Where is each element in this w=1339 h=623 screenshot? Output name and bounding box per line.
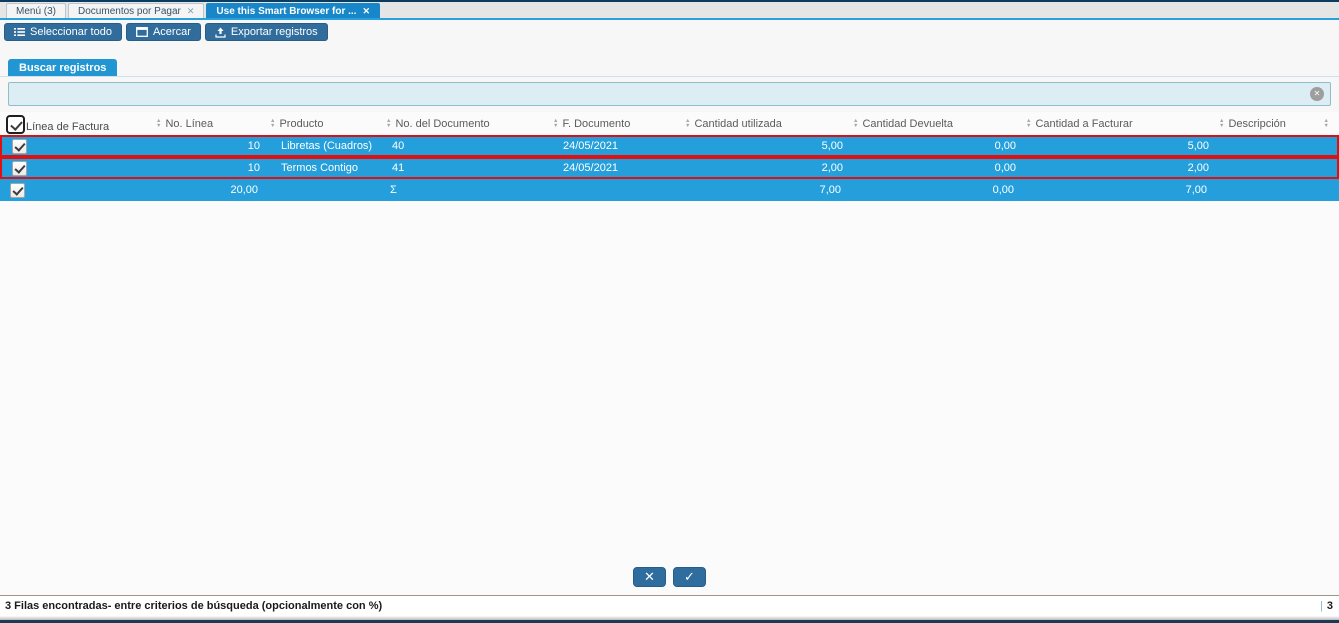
search-area: Buscar registros ✕ — [0, 58, 1339, 112]
zoom-label: Acercar — [152, 26, 191, 38]
search-input[interactable] — [8, 82, 1331, 106]
column-label: Línea de Factura — [26, 121, 110, 133]
cell-descripcion — [1215, 179, 1339, 201]
status-bar: 3 Filas encontradas- entre criterios de … — [0, 595, 1339, 616]
cell-f-documento: 24/05/2021 — [563, 140, 619, 152]
row-checkbox-cell — [0, 179, 152, 201]
tab-menu-label: Menú (3) — [16, 5, 57, 17]
cell-cantidad-a-facturar: 7,00 — [1185, 184, 1207, 196]
cell-cantidad-devuelta: 0,00 — [994, 140, 1016, 152]
table-row[interactable]: 10 Libretas (Cuadros) 40 24/05/2021 5,00… — [0, 135, 1339, 157]
cell-cantidad-utilizada: 7,00 — [819, 184, 841, 196]
row-checkbox[interactable] — [10, 182, 25, 198]
column-header-no-linea[interactable]: ▲ ▼ No. Línea — [152, 112, 266, 135]
column-header-cantidad-a-facturar[interactable]: ▲ ▼ Cantidad a Facturar — [1022, 112, 1215, 135]
cell-cantidad-utilizada: 5,00 — [821, 140, 843, 152]
row-checkbox-cell — [2, 159, 154, 177]
export-button[interactable]: Exportar registros — [204, 23, 328, 41]
column-label: Descripción — [1228, 117, 1286, 130]
search-panel: ✕ — [0, 76, 1339, 112]
table-row[interactable]: 20,00 Σ 7,00 0,00 7,00 — [0, 179, 1339, 201]
sort-icon: ▲ ▼ — [1026, 117, 1032, 129]
cell-producto: Libretas (Cuadros) — [281, 140, 373, 152]
sort-icon: ▲ ▼ — [156, 117, 162, 129]
tab-close-icon[interactable]: ✕ — [187, 6, 195, 16]
tab-documentos-label: Documentos por Pagar — [78, 5, 181, 17]
tab-buscar-registros[interactable]: Buscar registros — [8, 59, 118, 76]
cell-no-linea: 20,00 — [230, 184, 258, 196]
window-bottom-edge — [0, 616, 1339, 623]
cell-f-documento — [549, 179, 681, 201]
row-checkbox[interactable] — [12, 160, 27, 176]
select-all-checkbox[interactable] — [6, 115, 25, 134]
toolbar: Seleccionar todo Acercar Exportar regist… — [0, 20, 1339, 44]
cell-producto — [266, 179, 382, 201]
cell-cantidad-a-facturar: 2,00 — [1187, 162, 1209, 174]
tab-close-icon[interactable]: ✕ — [362, 6, 370, 16]
table-body: 10 Libretas (Cuadros) 40 24/05/2021 5,00… — [0, 135, 1339, 201]
column-label: Producto — [279, 117, 324, 130]
cell-no-linea: 10 — [247, 162, 260, 174]
cancel-button[interactable]: ✕ — [633, 567, 666, 587]
window-zoom-icon — [136, 27, 148, 37]
select-all-button[interactable]: Seleccionar todo — [4, 23, 122, 41]
cell-cantidad-utilizada: 2,00 — [821, 162, 843, 174]
cell-cantidad-devuelta: 0,00 — [992, 184, 1014, 196]
column-label: F. Documento — [562, 117, 631, 130]
column-header-f-documento[interactable]: ▲ ▼ F. Documento — [549, 112, 681, 135]
record-count: 3 — [1326, 600, 1333, 612]
zoom-button[interactable]: Acercar — [125, 23, 201, 41]
export-label: Exportar registros — [230, 26, 318, 38]
empty-content-area — [0, 201, 1339, 563]
cell-descripcion — [1217, 159, 1337, 177]
cell-no-del-documento: Σ — [390, 184, 397, 196]
tab-documentos-por-pagar[interactable]: Documentos por Pagar ✕ — [68, 3, 205, 18]
column-label: Cantidad utilizada — [694, 117, 782, 130]
sort-icon: ▲ ▼ — [685, 117, 691, 129]
column-label: No. del Documento — [395, 117, 490, 130]
tab-smart-browser[interactable]: Use this Smart Browser for ... ✕ — [206, 3, 380, 18]
tab-smart-browser-label: Use this Smart Browser for ... — [216, 5, 357, 17]
column-header-cantidad-devuelta[interactable]: ▲ ▼ Cantidad Devuelta — [849, 112, 1022, 135]
select-all-label: Seleccionar todo — [30, 26, 112, 38]
cell-f-documento: 24/05/2021 — [563, 162, 619, 174]
sort-icon: ▲ ▼ — [1323, 117, 1329, 129]
tab-menu[interactable]: Menú (3) — [6, 3, 67, 18]
column-label: No. Línea — [165, 117, 214, 130]
cell-no-del-documento: 40 — [392, 140, 405, 152]
cell-cantidad-devuelta: 0,00 — [994, 162, 1016, 174]
column-header-producto[interactable]: ▲ ▼ Producto — [266, 112, 382, 135]
cell-producto: Termos Contigo — [281, 162, 359, 174]
cell-no-linea: 10 — [247, 140, 260, 152]
cell-descripcion — [1217, 137, 1337, 155]
table-header-row: Línea de Factura ▲ ▼ No. Línea ▲ ▼ Produ… — [0, 112, 1339, 135]
cell-no-del-documento: 41 — [392, 162, 405, 174]
clear-search-icon[interactable]: ✕ — [1310, 87, 1324, 101]
status-message: 3 Filas encontradas- entre criterios de … — [5, 600, 383, 612]
confirm-button[interactable]: ✓ — [673, 567, 706, 587]
row-checkbox[interactable] — [12, 138, 27, 154]
sort-icon: ▲ ▼ — [853, 117, 859, 129]
column-header-descripcion[interactable]: ▲ ▼ Descripción ▲ ▼ — [1215, 112, 1339, 135]
export-icon — [215, 27, 226, 38]
status-separator: | — [1320, 600, 1323, 612]
column-header-linea-de-factura[interactable]: Línea de Factura — [0, 112, 152, 135]
cell-cantidad-a-facturar: 5,00 — [1187, 140, 1209, 152]
sort-icon: ▲ ▼ — [553, 117, 559, 129]
row-checkbox-cell — [2, 137, 154, 155]
list-icon — [14, 27, 25, 37]
column-label: Cantidad a Facturar — [1035, 117, 1133, 130]
tab-bar: Menú (3) Documentos por Pagar ✕ Use this… — [0, 2, 1339, 18]
footer-actions: ✕ ✓ — [0, 563, 1339, 595]
column-header-cantidad-utilizada[interactable]: ▲ ▼ Cantidad utilizada — [681, 112, 849, 135]
table-row[interactable]: 10 Termos Contigo 41 24/05/2021 2,00 0,0… — [0, 157, 1339, 179]
sort-icon: ▲ ▼ — [1219, 117, 1225, 129]
column-label: Cantidad Devuelta — [862, 117, 953, 130]
column-header-no-del-documento[interactable]: ▲ ▼ No. del Documento — [382, 112, 549, 135]
sort-icon: ▲ ▼ — [386, 117, 392, 129]
smart-browser-window: Menú (3) Documentos por Pagar ✕ Use this… — [0, 0, 1339, 623]
sort-icon: ▲ ▼ — [270, 117, 276, 129]
